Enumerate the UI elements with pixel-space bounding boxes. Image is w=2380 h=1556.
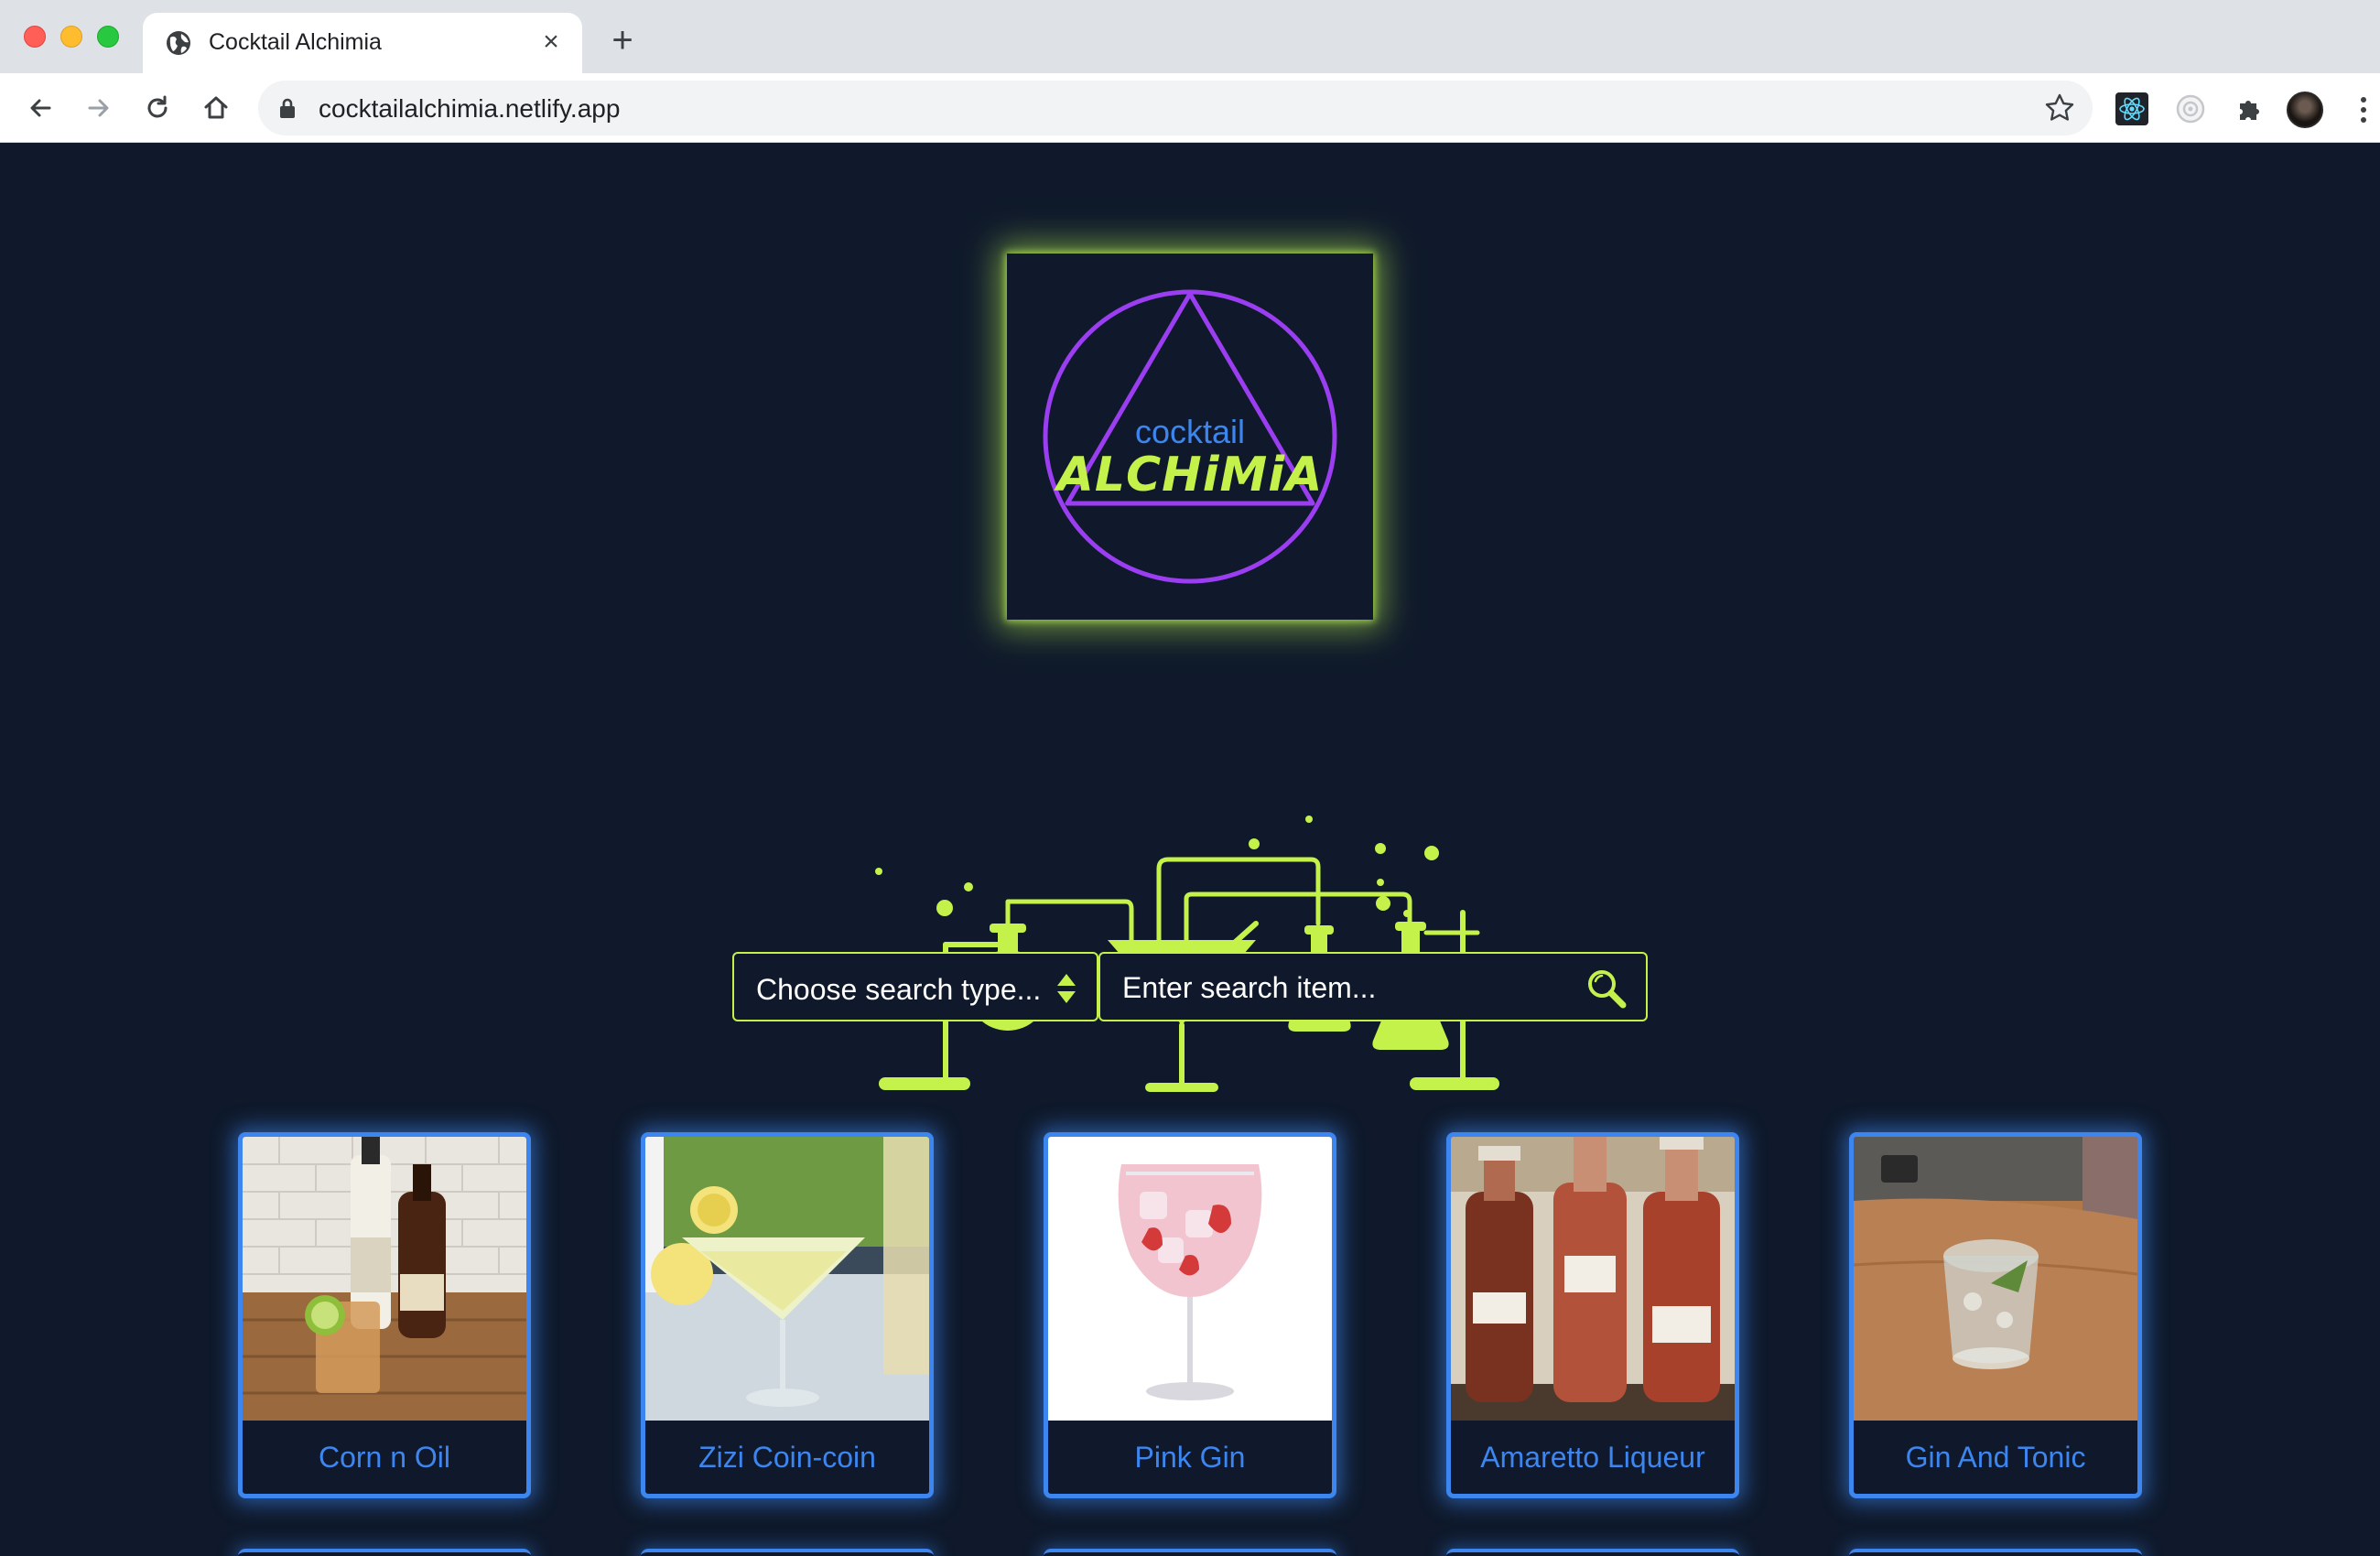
- cocktail-card-next-row[interactable]: [1044, 1549, 1336, 1556]
- cocktail-grid: Corn n Oil Zizi Coin-coin Pink Gin Amare…: [0, 1132, 2380, 1498]
- new-tab-button[interactable]: +: [604, 22, 641, 60]
- search-input[interactable]: [1122, 968, 1562, 1007]
- browser-toolbar: cocktailalchimia.netlify.app: [0, 73, 2380, 143]
- chevron-up-down-icon: [1057, 974, 1076, 1003]
- arrow-left-icon: [30, 99, 51, 117]
- cocktail-name: Gin And Tonic: [1905, 1441, 2086, 1474]
- react-devtools-extension[interactable]: [2115, 92, 2149, 126]
- close-window-button[interactable]: [24, 26, 46, 48]
- reload-icon: [147, 95, 168, 118]
- cocktail-card[interactable]: Amaretto Liqueur: [1446, 1132, 1739, 1498]
- lock-icon: [280, 98, 295, 118]
- reload-button[interactable]: [137, 88, 178, 128]
- tab-close-icon[interactable]: ×: [536, 27, 566, 57]
- cocktail-card-next-row[interactable]: [641, 1549, 934, 1556]
- cocktail-card[interactable]: Pink Gin: [1044, 1132, 1336, 1498]
- browser-tab-bar: Cocktail Alchimia × +: [0, 0, 2380, 73]
- cocktail-photo-pink-gin: [1048, 1137, 1332, 1421]
- forward-button[interactable]: [79, 88, 119, 128]
- alchemy-lab-cocktail-icon: [875, 816, 1499, 1092]
- cocktail-photo-corn-n-oil: [243, 1137, 526, 1421]
- cocktail-photo-zizi-coin-coin: [645, 1137, 929, 1421]
- url-text: cocktailalchimia.netlify.app: [319, 94, 621, 123]
- home-icon: [204, 96, 228, 119]
- cocktail-card-next-row[interactable]: [238, 1549, 531, 1556]
- page-content: cocktail ALCHiMiA Choose search type... …: [0, 144, 2380, 1556]
- search-type-select[interactable]: Choose search type...: [732, 952, 1098, 1021]
- cocktail-photo-gin-and-tonic: [1854, 1137, 2137, 1421]
- cocktail-card[interactable]: Zizi Coin-coin: [641, 1132, 934, 1498]
- search-type-label: Choose search type...: [756, 973, 1042, 1006]
- back-button[interactable]: [20, 88, 60, 128]
- cocktail-name: Zizi Coin-coin: [698, 1441, 876, 1474]
- profile-avatar[interactable]: [2287, 92, 2323, 128]
- address-bar[interactable]: cocktailalchimia.netlify.app: [258, 81, 2093, 135]
- site-logo[interactable]: cocktail ALCHiMiA: [1007, 254, 1373, 620]
- logo-word-alchimia: ALCHiMiA: [1056, 448, 1324, 502]
- react-icon: [2115, 92, 2148, 125]
- tab-title: Cocktail Alchimia: [209, 29, 382, 55]
- maximize-window-button[interactable]: [97, 26, 119, 48]
- cocktail-name: Amaretto Liqueur: [1480, 1441, 1705, 1474]
- camera-extension[interactable]: [2173, 92, 2208, 126]
- home-button[interactable]: [196, 88, 236, 128]
- magnifier-search-icon[interactable]: [1584, 967, 1628, 1010]
- globe-icon: [167, 31, 190, 55]
- cocktail-card[interactable]: Gin And Tonic: [1849, 1132, 2142, 1498]
- search-input-field[interactable]: [1098, 952, 1648, 1021]
- cocktail-name: Pink Gin: [1134, 1441, 1246, 1474]
- search-bar: Choose search type...: [732, 952, 1648, 1021]
- menu-kebab-icon[interactable]: [2354, 92, 2373, 128]
- arrow-right-icon: [88, 99, 109, 117]
- cocktail-card[interactable]: Corn n Oil: [238, 1132, 531, 1498]
- logo-word-cocktail: cocktail: [1134, 413, 1246, 450]
- extensions-button[interactable]: [2232, 92, 2266, 126]
- minimize-window-button[interactable]: [60, 26, 82, 48]
- cocktail-name: Corn n Oil: [318, 1441, 451, 1474]
- puzzle-icon: [2240, 101, 2259, 120]
- cocktail-photo-amaretto-liqueur: [1451, 1137, 1735, 1421]
- cocktail-card-next-row[interactable]: [1446, 1549, 1739, 1556]
- browser-tab[interactable]: Cocktail Alchimia ×: [143, 13, 582, 73]
- cocktail-card-next-row[interactable]: [1849, 1549, 2142, 1556]
- bookmark-star-icon[interactable]: [2043, 92, 2076, 124]
- camera-lens-icon: [2176, 94, 2205, 124]
